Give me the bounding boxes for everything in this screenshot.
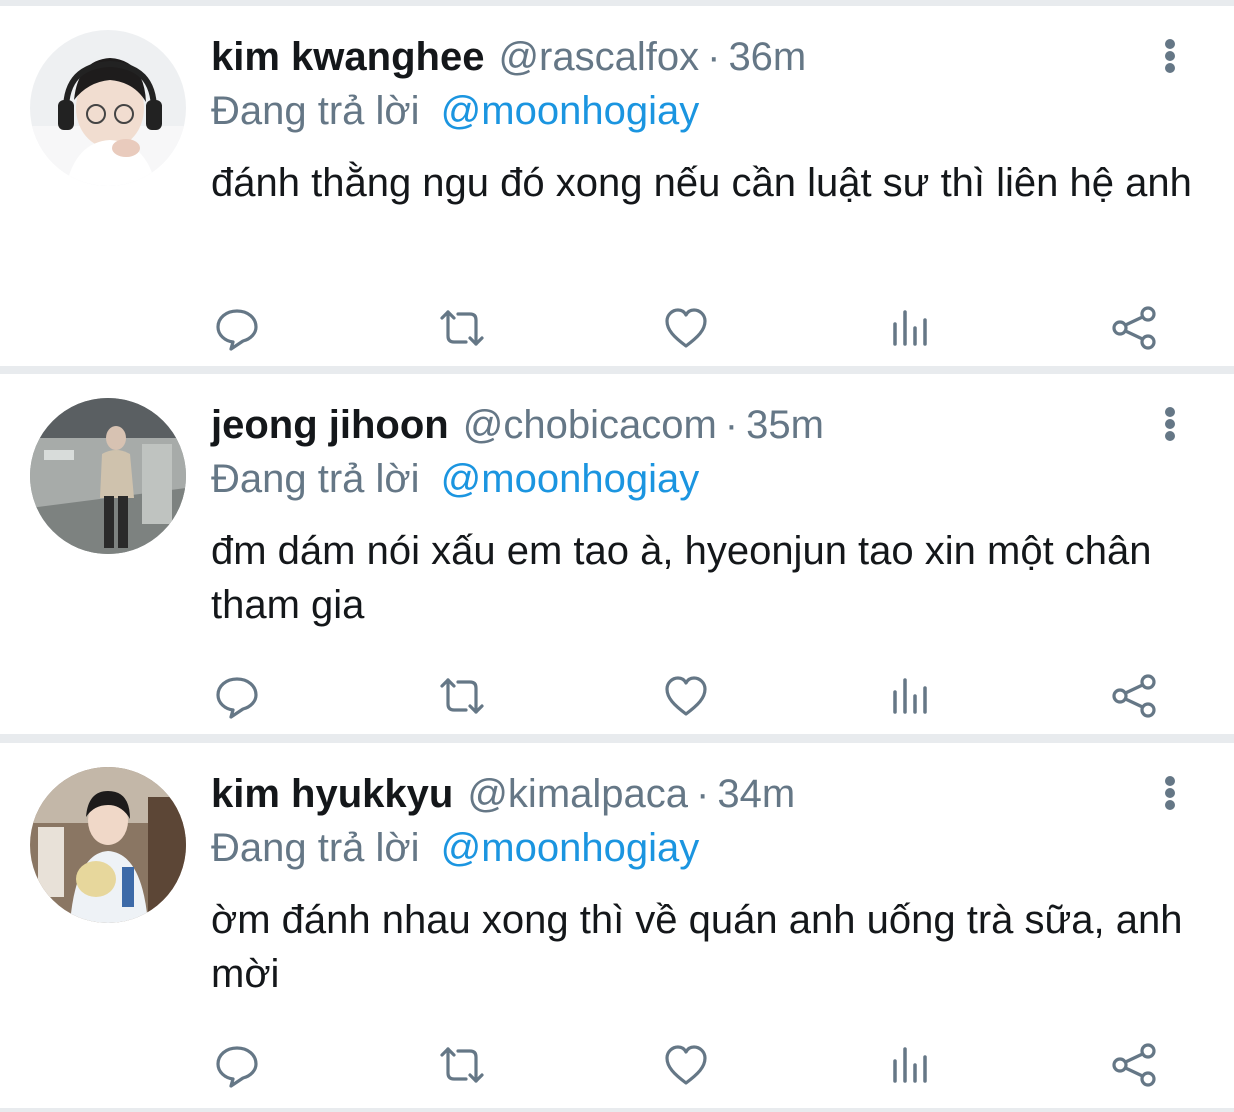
tweet[interactable]: kim kwanghee @rascalfox · 36m Đang trả l…: [0, 6, 1234, 366]
reply-mention-link[interactable]: @moonhogiay: [441, 457, 700, 501]
retweet-icon: [440, 1047, 484, 1083]
timestamp[interactable]: 36m: [728, 32, 806, 82]
like-icon: [665, 1045, 707, 1085]
timestamp[interactable]: 35m: [746, 400, 824, 450]
like-icon: [665, 676, 707, 716]
share-button[interactable]: [1105, 1035, 1165, 1095]
stats-icon: [893, 310, 927, 346]
reply-button[interactable]: [207, 298, 267, 358]
tweet-actions: [0, 666, 1234, 726]
reply-icon: [216, 309, 258, 351]
avatar[interactable]: [30, 767, 186, 923]
reply-button[interactable]: [207, 666, 267, 726]
tweet[interactable]: jeong jihoon @chobicacom · 35m Đang trả …: [0, 374, 1234, 734]
more-vertical-icon[interactable]: [1150, 404, 1190, 444]
share-icon: [1112, 674, 1156, 718]
like-icon: [665, 308, 707, 348]
replying-to: Đang trả lời @moonhogiay: [211, 86, 699, 136]
stats-button[interactable]: [880, 666, 940, 726]
display-name[interactable]: jeong jihoon: [211, 400, 449, 450]
tweet[interactable]: kim hyukkyu @kimalpaca · 34m Đang trả lờ…: [0, 743, 1234, 1108]
like-button[interactable]: [656, 666, 716, 726]
reply-icon: [216, 1046, 258, 1088]
like-button[interactable]: [656, 1035, 716, 1095]
share-icon: [1112, 1043, 1156, 1087]
separator-dot: ·: [696, 772, 710, 816]
retweet-button[interactable]: [432, 1035, 492, 1095]
retweet-button[interactable]: [432, 298, 492, 358]
share-button[interactable]: [1105, 298, 1165, 358]
stats-icon: [893, 1047, 927, 1083]
stats-button[interactable]: [880, 298, 940, 358]
tweet-header: kim hyukkyu @kimalpaca · 34m: [211, 769, 795, 819]
avatar[interactable]: [30, 398, 186, 554]
display-name[interactable]: kim hyukkyu: [211, 769, 453, 819]
retweet-button[interactable]: [432, 666, 492, 726]
more-vertical-icon[interactable]: [1150, 773, 1190, 813]
tweet-text: ờm đánh nhau xong thì về quán anh uống t…: [211, 898, 1183, 996]
more-vertical-icon[interactable]: [1150, 36, 1190, 76]
share-icon: [1112, 306, 1156, 350]
stats-button[interactable]: [880, 1035, 940, 1095]
retweet-icon: [440, 310, 484, 346]
tweet-header: kim kwanghee @rascalfox · 36m: [211, 32, 806, 82]
stats-icon: [893, 678, 927, 714]
user-handle[interactable]: @chobicacom: [463, 400, 717, 450]
reply-prefix: Đang trả lời: [211, 826, 420, 870]
reply-button[interactable]: [207, 1035, 267, 1095]
tweet-text: đánh thằng ngu đó xong nếu cần luật sư t…: [211, 161, 1192, 205]
reply-prefix: Đang trả lời: [211, 89, 420, 133]
share-button[interactable]: [1105, 666, 1165, 726]
tweet-text: đm dám nói xấu em tao à, hyeonjun tao xi…: [211, 529, 1152, 627]
retweet-icon: [440, 678, 484, 714]
tweet-header: jeong jihoon @chobicacom · 35m: [211, 400, 824, 450]
tweet-actions: [0, 298, 1234, 358]
user-handle[interactable]: @rascalfox: [498, 32, 699, 82]
like-button[interactable]: [656, 298, 716, 358]
reply-mention-link[interactable]: @moonhogiay: [441, 826, 700, 870]
user-handle[interactable]: @kimalpaca: [467, 769, 688, 819]
reply-mention-link[interactable]: @moonhogiay: [441, 89, 700, 133]
reply-prefix: Đang trả lời: [211, 457, 420, 501]
replying-to: Đang trả lời @moonhogiay: [211, 454, 699, 504]
tweet-actions: [0, 1035, 1234, 1095]
timestamp[interactable]: 34m: [717, 769, 795, 819]
replying-to: Đang trả lời @moonhogiay: [211, 823, 699, 873]
display-name[interactable]: kim kwanghee: [211, 32, 484, 82]
separator-dot: ·: [724, 403, 739, 447]
separator-dot: ·: [707, 35, 721, 79]
reply-icon: [216, 677, 258, 719]
avatar[interactable]: [30, 30, 186, 186]
